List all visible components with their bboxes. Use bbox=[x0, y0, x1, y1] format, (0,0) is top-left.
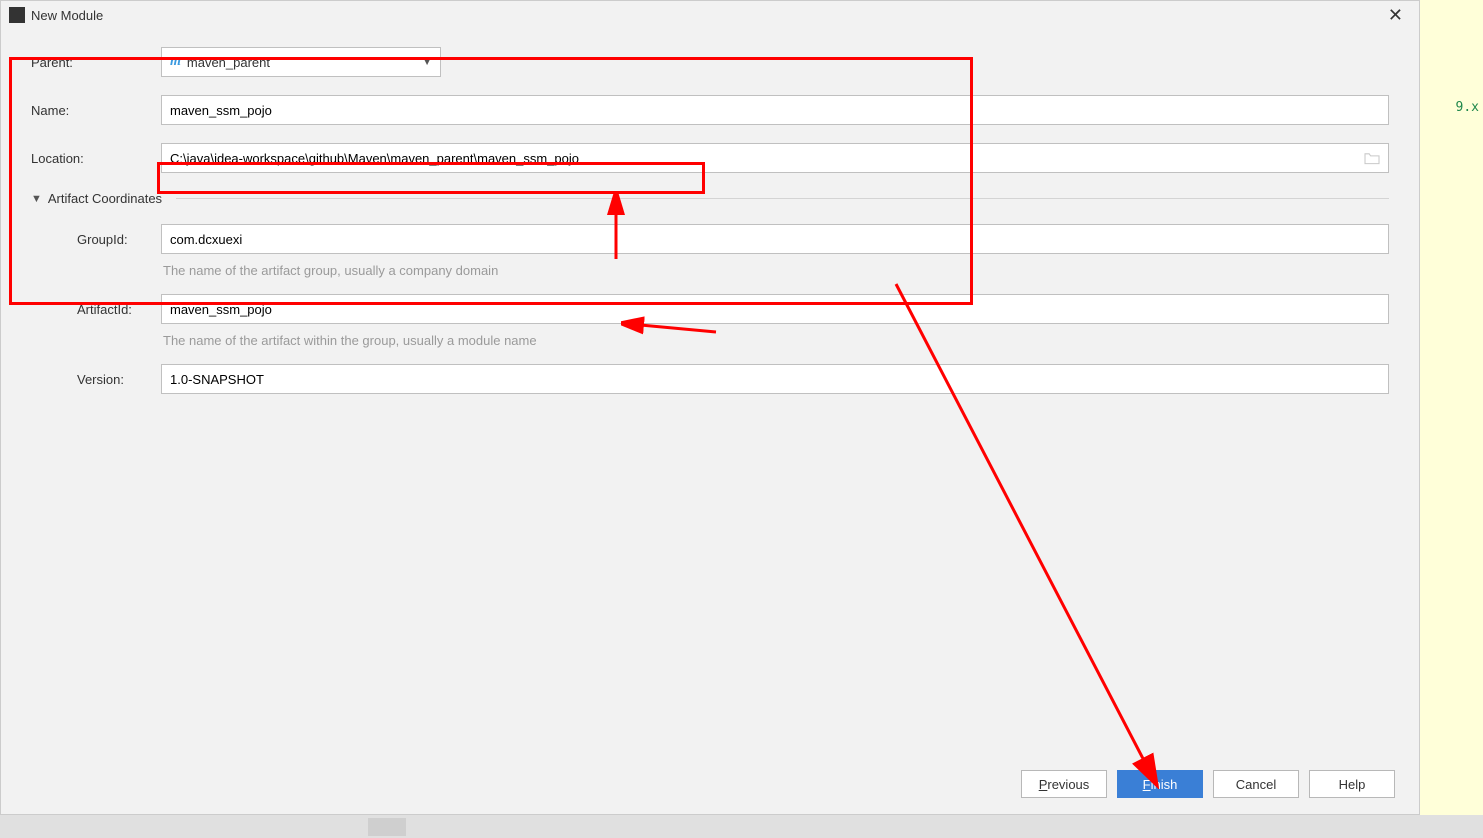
version-input[interactable] bbox=[161, 364, 1389, 394]
new-module-dialog: New Module ✕ Parent: m maven_parent ▼ Na… bbox=[0, 0, 1420, 815]
artifactid-hint: The name of the artifact within the grou… bbox=[163, 333, 537, 348]
maven-icon: m bbox=[170, 54, 181, 70]
background-strip: 9.x bbox=[1420, 0, 1483, 838]
background-bottom bbox=[0, 815, 1483, 838]
close-icon[interactable]: ✕ bbox=[1380, 5, 1411, 26]
location-input[interactable] bbox=[161, 143, 1389, 173]
version-label: Version: bbox=[31, 372, 161, 387]
button-bar: Previous Finish Cancel Help bbox=[1, 758, 1419, 814]
previous-button[interactable]: Previous bbox=[1021, 770, 1107, 798]
groupid-label: GroupId: bbox=[31, 232, 161, 247]
parent-dropdown[interactable]: m maven_parent ▼ bbox=[161, 47, 441, 77]
folder-icon[interactable] bbox=[1363, 151, 1381, 165]
background-text: 9.x bbox=[1456, 100, 1479, 115]
finish-label: inish bbox=[1151, 777, 1178, 792]
section-divider bbox=[176, 198, 1389, 199]
parent-value: maven_parent bbox=[187, 55, 270, 70]
groupid-input[interactable] bbox=[161, 224, 1389, 254]
annotation-arrow-finish bbox=[891, 279, 1191, 789]
location-label: Location: bbox=[31, 151, 161, 166]
finish-button[interactable]: Finish bbox=[1117, 770, 1203, 798]
app-icon bbox=[9, 7, 25, 23]
name-label: Name: bbox=[31, 103, 161, 118]
artifact-coordinates-section[interactable]: ▼ Artifact Coordinates bbox=[31, 191, 1389, 206]
dialog-title: New Module bbox=[31, 8, 103, 23]
artifactid-label: ArtifactId: bbox=[31, 302, 161, 317]
background-bottom-inner bbox=[368, 818, 406, 836]
dialog-content: Parent: m maven_parent ▼ Name: Location: bbox=[1, 29, 1419, 758]
cancel-button[interactable]: Cancel bbox=[1213, 770, 1299, 798]
parent-label: Parent: bbox=[31, 55, 161, 70]
artifact-coordinates-title: Artifact Coordinates bbox=[48, 191, 162, 206]
help-button[interactable]: Help bbox=[1309, 770, 1395, 798]
previous-label: revious bbox=[1047, 777, 1089, 792]
name-input[interactable] bbox=[161, 95, 1389, 125]
expand-arrow-icon: ▼ bbox=[31, 193, 42, 205]
groupid-hint: The name of the artifact group, usually … bbox=[163, 263, 498, 278]
chevron-down-icon: ▼ bbox=[422, 57, 432, 68]
title-bar: New Module ✕ bbox=[1, 1, 1419, 29]
artifactid-input[interactable] bbox=[161, 294, 1389, 324]
